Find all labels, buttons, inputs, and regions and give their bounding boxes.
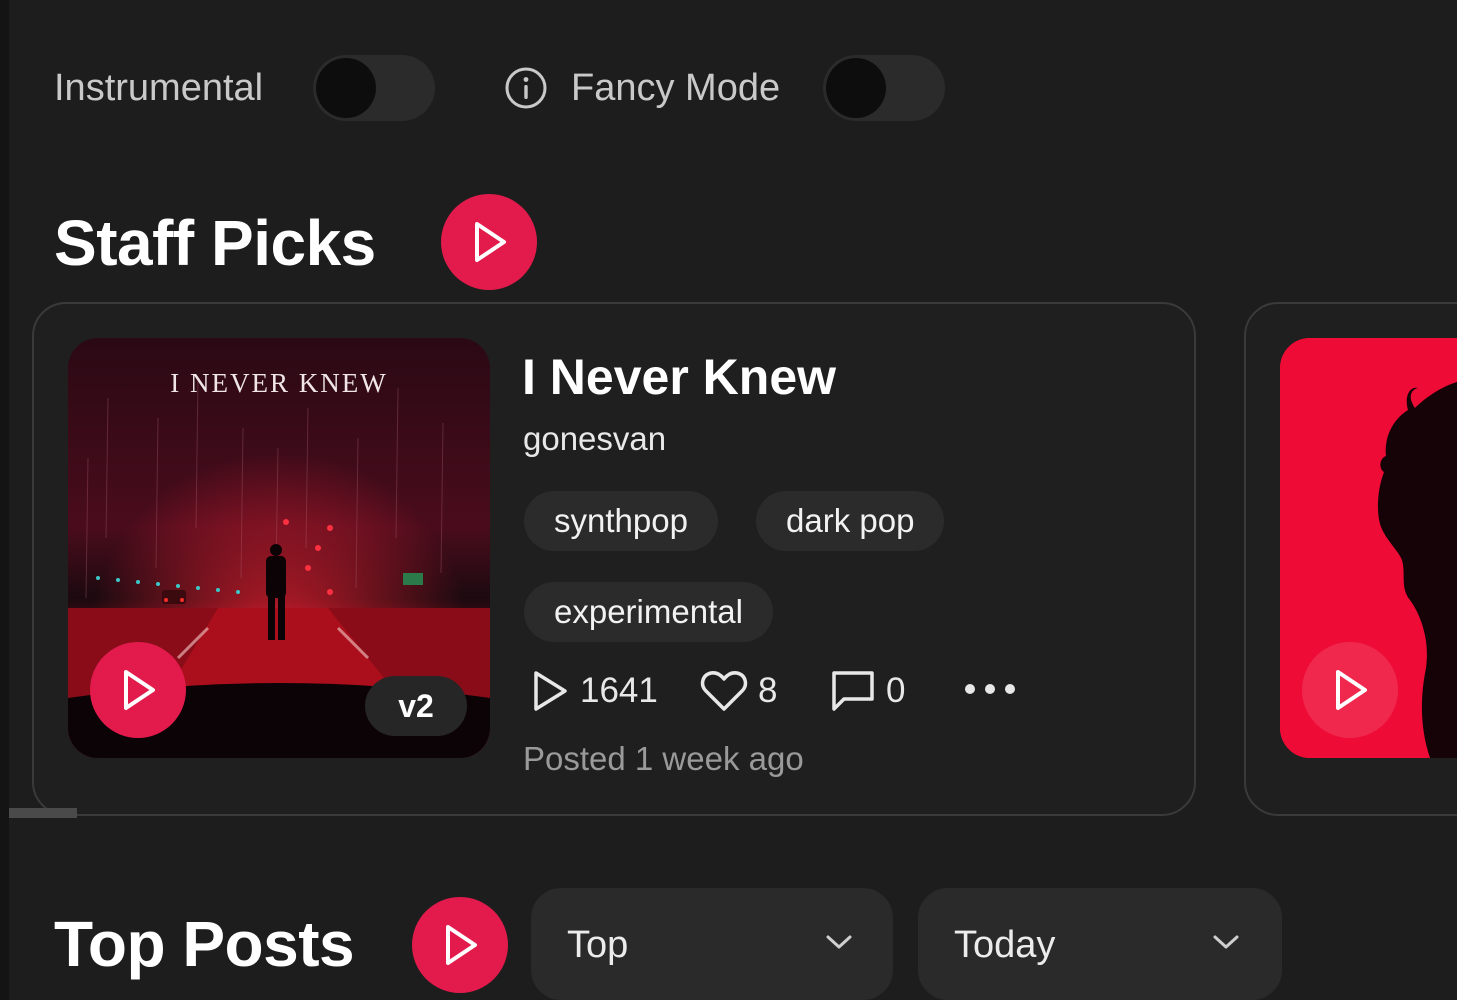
toggle-knob [826,58,886,118]
top-posts-play-button[interactable] [412,897,508,993]
toggle-knob [316,58,376,118]
top-posts-title: Top Posts [54,908,355,980]
chevron-down-icon [1213,935,1239,949]
cover-title: I NEVER KNEW [170,368,387,398]
track-title[interactable]: I Never Knew [522,352,836,402]
cover-play-button[interactable] [90,642,186,738]
more-horizontal-icon [965,684,1015,694]
period-select[interactable]: Today [918,888,1282,1000]
page: Instrumental Fancy Mode Staff Picks I NE… [0,0,1457,1000]
play-count-value: 1641 [580,671,658,710]
comment-button[interactable]: 0 [830,668,905,714]
chevron-down-icon [826,935,852,949]
comment-count-value: 0 [886,671,906,710]
staff-picks-play-button[interactable] [441,194,537,290]
play-icon [124,670,155,710]
info-icon[interactable] [504,66,548,110]
version-badge: v2 [365,676,467,736]
posted-time: Posted 1 week ago [523,740,804,777]
period-select-value: Today [954,924,1056,966]
like-button[interactable]: 8 [700,668,777,714]
sort-select[interactable]: Top [531,888,893,1000]
play-count[interactable]: 1641 [530,668,658,714]
left-edge [0,0,9,1000]
comment-icon [832,671,874,711]
more-options-button[interactable] [962,668,1028,714]
instrumental-label: Instrumental [54,67,264,109]
track-artist[interactable]: gonesvan [523,422,666,455]
play-icon [534,671,567,711]
cover-play-button-next[interactable] [1302,642,1398,738]
play-icon [446,925,477,965]
tag-chip[interactable]: synthpop [524,491,718,551]
fancy-mode-label: Fancy Mode [571,67,781,109]
play-icon [475,222,506,262]
like-count-value: 8 [758,671,778,710]
carousel-scrollbar[interactable] [9,808,77,818]
play-icon [1336,670,1367,710]
heart-icon [700,671,748,711]
staff-picks-title: Staff Picks [54,207,376,279]
instrumental-toggle[interactable] [313,55,435,121]
tag-chip[interactable]: dark pop [756,491,945,551]
fancy-mode-toggle[interactable] [823,55,945,121]
sort-select-value: Top [567,924,629,966]
tag-chip[interactable]: experimental [524,582,773,642]
